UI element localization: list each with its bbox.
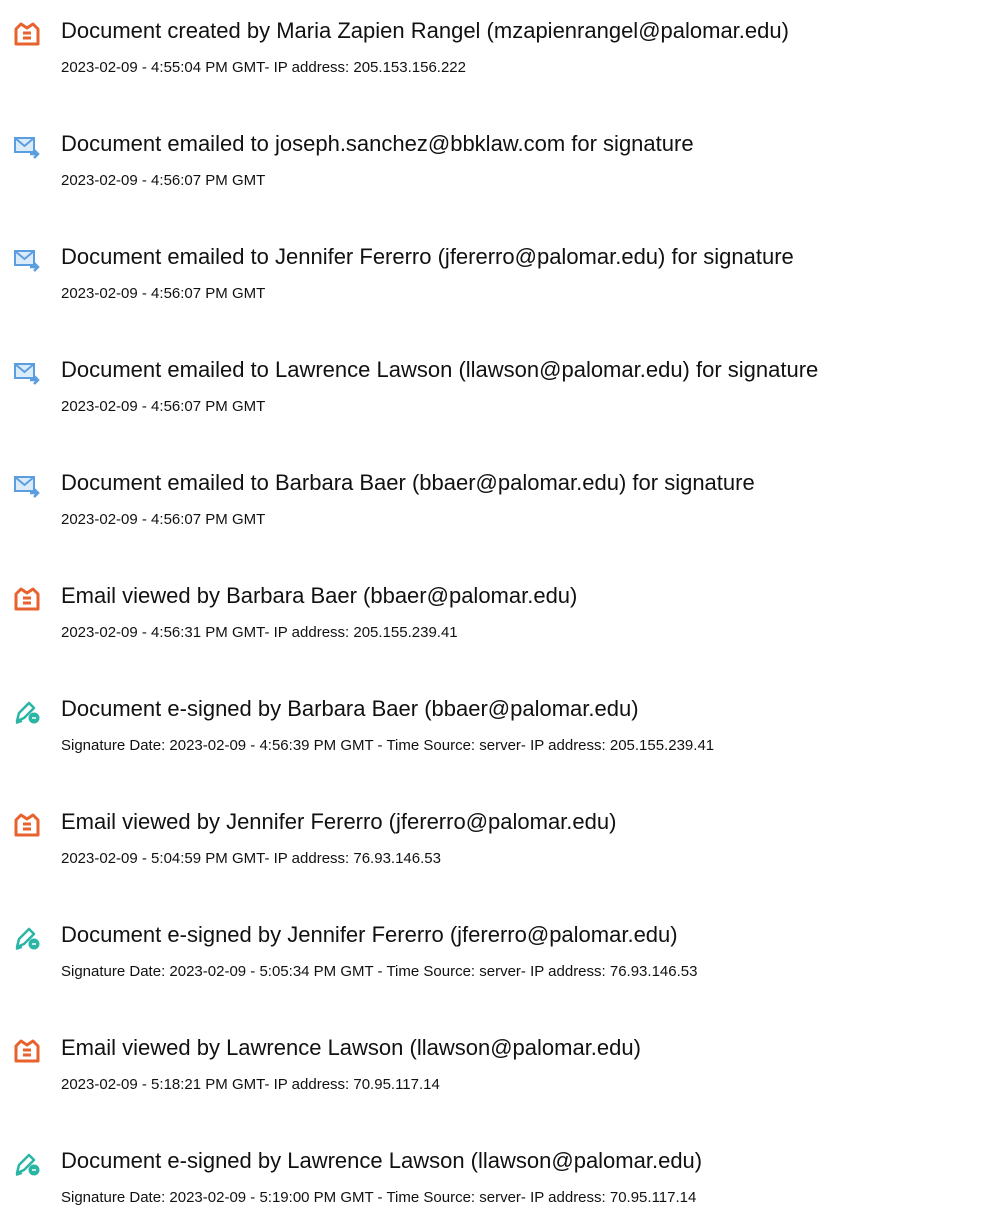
audit-entry: Email viewed by Barbara Baer (bbaer@palo…: [0, 579, 991, 659]
e-sign-pen-icon: [13, 925, 41, 951]
audit-entry-title: Document emailed to Jennifer Fererro (jf…: [61, 244, 794, 269]
document-created-icon: [13, 21, 41, 47]
audit-entry: Document e-signed by Lawrence Lawson (ll…: [0, 1144, 991, 1224]
e-sign-pen-icon: [13, 1151, 41, 1177]
audit-entry-detail: 2023-02-09 - 4:56:07 PM GMT: [61, 511, 266, 528]
document-created-icon: [13, 812, 41, 838]
audit-entry-title: Document e-signed by Barbara Baer (bbaer…: [61, 696, 639, 721]
document-created-icon: [13, 1038, 41, 1064]
audit-entry-title: Email viewed by Jennifer Fererro (jferer…: [61, 809, 617, 834]
audit-entry: Document emailed to joseph.sanchez@bbkla…: [0, 127, 991, 207]
audit-entry-title: Document emailed to Lawrence Lawson (lla…: [61, 357, 819, 382]
audit-entry-detail: 2023-02-09 - 4:56:07 PM GMT: [61, 172, 266, 189]
audit-entry: Document e-signed by Barbara Baer (bbaer…: [0, 692, 991, 772]
email-sent-icon: [13, 247, 41, 273]
audit-entry-title: Document emailed to Barbara Baer (bbaer@…: [61, 470, 755, 495]
audit-entry-detail: 2023-02-09 - 4:56:07 PM GMT: [61, 398, 266, 415]
audit-entry-title: Document created by Maria Zapien Rangel …: [61, 18, 789, 43]
audit-entry: Document emailed to Lawrence Lawson (lla…: [0, 353, 991, 433]
audit-entry-title: Email viewed by Barbara Baer (bbaer@palo…: [61, 583, 578, 608]
audit-entry-title: Document emailed to joseph.sanchez@bbkla…: [61, 131, 694, 156]
audit-entry: Document created by Maria Zapien Rangel …: [0, 14, 991, 94]
audit-entry-detail: 2023-02-09 - 4:56:31 PM GMT- IP address:…: [61, 624, 458, 641]
audit-entry: Document emailed to Barbara Baer (bbaer@…: [0, 466, 991, 546]
audit-entry-title: Document e-signed by Lawrence Lawson (ll…: [61, 1148, 703, 1173]
email-sent-icon: [13, 360, 41, 386]
audit-entry-detail: Signature Date: 2023-02-09 - 5:19:00 PM …: [61, 1189, 697, 1206]
audit-entry: Document emailed to Jennifer Fererro (jf…: [0, 240, 991, 320]
audit-entry-title: Document e-signed by Jennifer Fererro (j…: [61, 922, 678, 947]
audit-entry-detail: Signature Date: 2023-02-09 - 5:05:34 PM …: [61, 963, 698, 980]
email-sent-icon: [13, 473, 41, 499]
document-created-icon: [13, 586, 41, 612]
audit-entry: Document e-signed by Jennifer Fererro (j…: [0, 918, 991, 998]
e-sign-pen-icon: [13, 699, 41, 725]
audit-entry-detail: Signature Date: 2023-02-09 - 4:56:39 PM …: [61, 737, 715, 754]
audit-entry: Email viewed by Lawrence Lawson (llawson…: [0, 1031, 991, 1111]
audit-entry: Email viewed by Jennifer Fererro (jferer…: [0, 805, 991, 885]
audit-entry-detail: 2023-02-09 - 4:56:07 PM GMT: [61, 285, 266, 302]
audit-entry-detail: 2023-02-09 - 4:55:04 PM GMT- IP address:…: [61, 59, 466, 76]
audit-entry-detail: 2023-02-09 - 5:04:59 PM GMT- IP address:…: [61, 850, 441, 867]
audit-entry-title: Email viewed by Lawrence Lawson (llawson…: [61, 1035, 641, 1060]
email-sent-icon: [13, 134, 41, 160]
audit-entry-detail: 2023-02-09 - 5:18:21 PM GMT- IP address:…: [61, 1076, 440, 1093]
